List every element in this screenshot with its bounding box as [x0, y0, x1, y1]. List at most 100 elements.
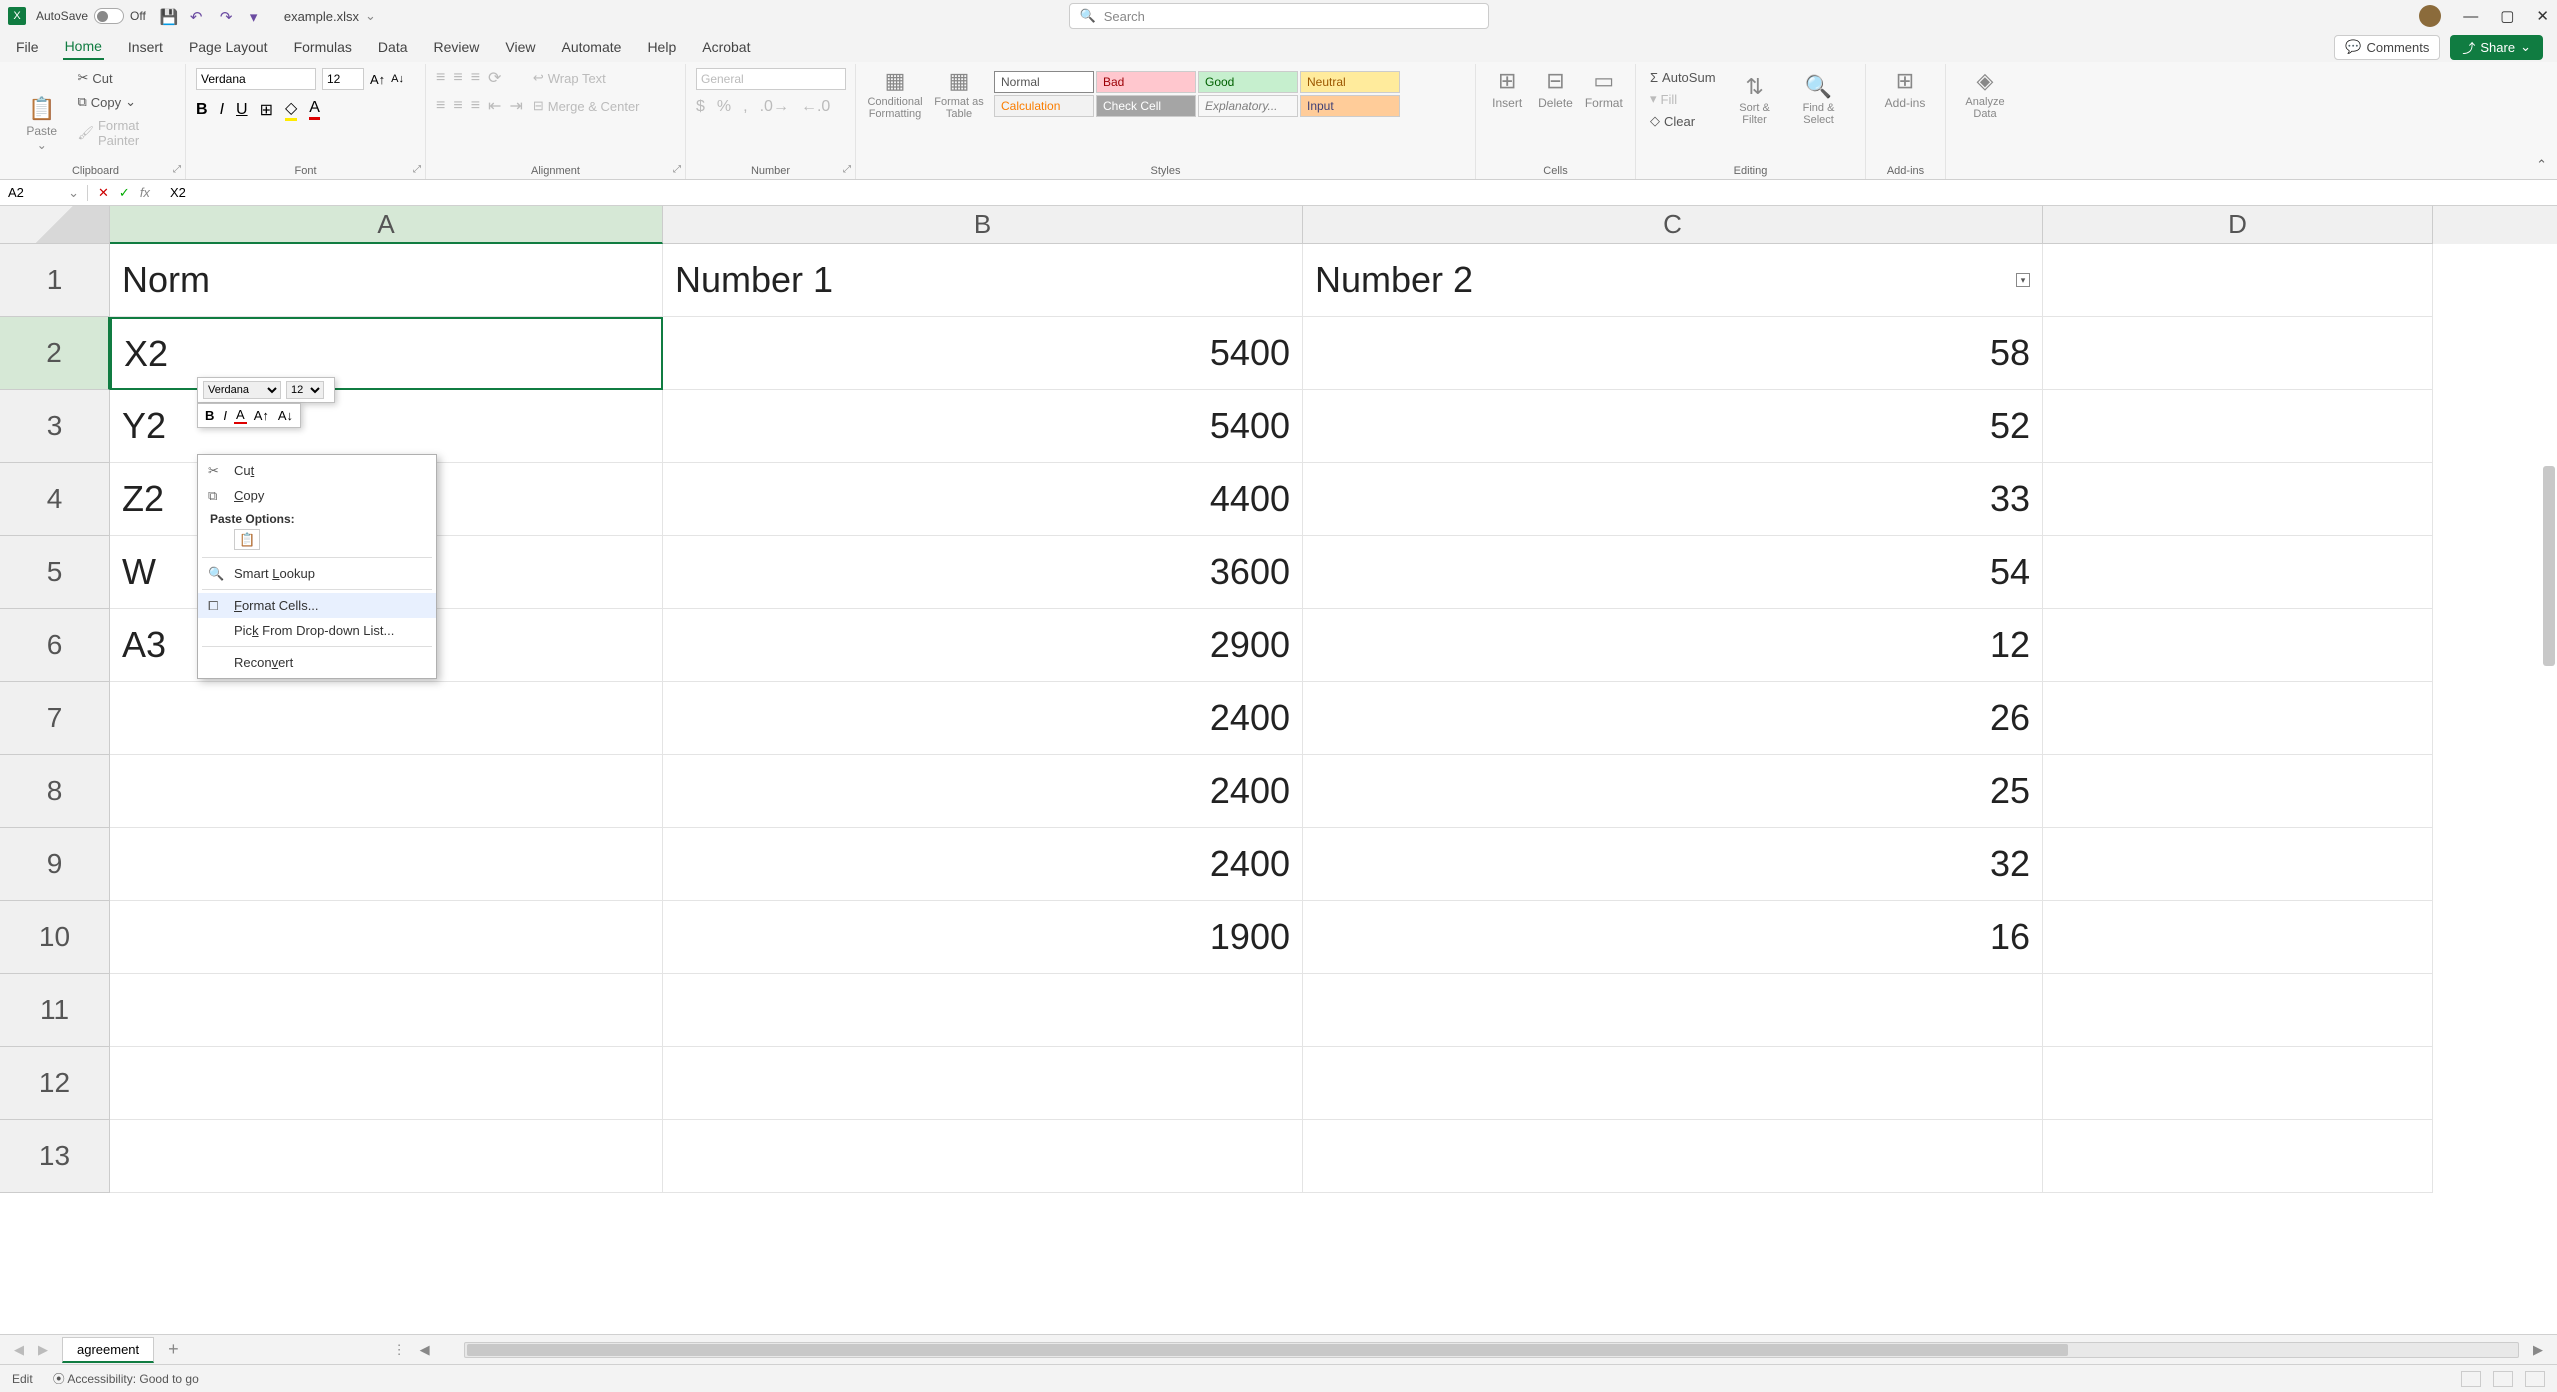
normal-view-icon[interactable]	[2461, 1371, 2481, 1387]
format-cells-button[interactable]: ▭Format	[1583, 68, 1625, 110]
cell-B12[interactable]	[663, 1047, 1303, 1120]
page-layout-view-icon[interactable]	[2493, 1371, 2513, 1387]
tab-view[interactable]: View	[503, 35, 537, 59]
row-header[interactable]: 8	[0, 755, 110, 828]
style-calc[interactable]: Calculation	[994, 95, 1094, 117]
search-input[interactable]: 🔍 Search	[1069, 3, 1489, 29]
column-header-C[interactable]: C	[1303, 206, 2043, 244]
mini-italic-button[interactable]: I	[221, 408, 229, 423]
currency-icon[interactable]: $	[696, 98, 705, 116]
cm-cut[interactable]: ✂Cut	[198, 458, 436, 483]
select-all-corner[interactable]	[0, 206, 110, 244]
cell-D11[interactable]	[2043, 974, 2433, 1047]
cell-A3[interactable]: Y2	[110, 390, 663, 463]
cell-B6[interactable]: 2900	[663, 609, 1303, 682]
merge-button[interactable]: ⊟Merge & Center	[529, 96, 644, 116]
align-center-icon[interactable]: ≡	[453, 97, 462, 115]
comma-icon[interactable]: ,	[743, 98, 747, 116]
align-right-icon[interactable]: ≡	[471, 97, 480, 115]
row-header[interactable]: 7	[0, 682, 110, 755]
cell-B2[interactable]: 5400	[663, 317, 1303, 390]
mini-bold-button[interactable]: B	[203, 408, 216, 423]
format-painter-button[interactable]: 🖌Format Painter	[73, 116, 175, 150]
row-header[interactable]: 4	[0, 463, 110, 536]
cell-C10[interactable]: 16	[1303, 901, 2043, 974]
row-header[interactable]: 2	[0, 317, 110, 390]
maximize-icon[interactable]: ▢	[2500, 7, 2514, 25]
toggle-icon[interactable]	[94, 8, 124, 24]
column-header-D[interactable]: D	[2043, 206, 2433, 244]
style-normal[interactable]: Normal	[994, 71, 1094, 93]
tab-formulas[interactable]: Formulas	[292, 35, 354, 59]
row-header[interactable]: 1	[0, 244, 110, 317]
font-color-button[interactable]: A	[309, 99, 320, 120]
align-middle-icon[interactable]: ≡	[453, 69, 462, 87]
cell-C6[interactable]: 12	[1303, 609, 2043, 682]
vertical-scrollbar[interactable]	[2543, 466, 2555, 666]
fill-color-button[interactable]: ◇	[285, 98, 297, 121]
cell-A13[interactable]	[110, 1120, 663, 1193]
cell-C8[interactable]: 25	[1303, 755, 2043, 828]
percent-icon[interactable]: %	[717, 98, 731, 116]
tab-acrobat[interactable]: Acrobat	[700, 35, 752, 59]
cell-D8[interactable]	[2043, 755, 2433, 828]
cm-paste-option[interactable]: 📋	[198, 528, 436, 554]
cell-C1[interactable]: Number 2▾	[1303, 244, 2043, 317]
fill-button[interactable]: ▾Fill	[1646, 89, 1720, 109]
prev-sheet-icon[interactable]: ◀	[14, 1342, 24, 1358]
cell-C13[interactable]	[1303, 1120, 2043, 1193]
cell-D13[interactable]	[2043, 1120, 2433, 1193]
cell-D12[interactable]	[2043, 1047, 2433, 1120]
cell-C5[interactable]: 54	[1303, 536, 2043, 609]
cell-C11[interactable]	[1303, 974, 2043, 1047]
cm-format-cells[interactable]: ⧠Format Cells...	[198, 593, 436, 618]
indent-inc-icon[interactable]: ⇥	[509, 96, 522, 116]
dec-decimal-icon[interactable]: ←.0	[801, 98, 830, 116]
row-header[interactable]: 3	[0, 390, 110, 463]
cell-B8[interactable]: 2400	[663, 755, 1303, 828]
undo-icon[interactable]: ↶	[190, 8, 206, 24]
cell-D3[interactable]	[2043, 390, 2433, 463]
style-good[interactable]: Good	[1198, 71, 1298, 93]
cell-B5[interactable]: 3600	[663, 536, 1303, 609]
fx-icon[interactable]: fx	[140, 185, 150, 200]
clear-button[interactable]: ◇Clear	[1646, 111, 1720, 131]
row-header[interactable]: 12	[0, 1047, 110, 1120]
analyze-data-button[interactable]: ◈Analyze Data	[1956, 68, 2014, 120]
redo-icon[interactable]: ↷	[220, 8, 236, 24]
close-icon[interactable]: ✕	[2536, 7, 2549, 25]
cell-B4[interactable]: 4400	[663, 463, 1303, 536]
copy-button[interactable]: ⧉Copy⌄	[73, 92, 175, 112]
insert-cells-button[interactable]: ⊞Insert	[1486, 68, 1528, 110]
border-button[interactable]: ⊞	[260, 100, 273, 120]
mini-size-select[interactable]: 12	[286, 381, 324, 399]
scroll-left-icon[interactable]: ◀	[420, 1342, 430, 1358]
cell-D9[interactable]	[2043, 828, 2433, 901]
cell-B11[interactable]	[663, 974, 1303, 1047]
addins-button[interactable]: ⊞Add-ins	[1876, 68, 1934, 110]
cell-B7[interactable]: 2400	[663, 682, 1303, 755]
cell-C12[interactable]	[1303, 1047, 2043, 1120]
tab-automate[interactable]: Automate	[560, 35, 624, 59]
cell-D4[interactable]	[2043, 463, 2433, 536]
cell-A11[interactable]	[110, 974, 663, 1047]
share-button[interactable]: ⤴ Share ⌄	[2450, 35, 2543, 60]
delete-cells-button[interactable]: ⊟Delete	[1534, 68, 1576, 110]
dialog-launcher-icon[interactable]: ⤢	[843, 164, 851, 175]
inc-decimal-icon[interactable]: .0→	[760, 98, 789, 116]
style-explan[interactable]: Explanatory...	[1198, 95, 1298, 117]
cell-A12[interactable]	[110, 1047, 663, 1120]
orientation-icon[interactable]: ⟳	[488, 68, 501, 88]
autosave-toggle[interactable]: AutoSave Off	[36, 8, 146, 24]
cell-A7[interactable]	[110, 682, 663, 755]
cell-C2[interactable]: 58	[1303, 317, 2043, 390]
cell-C3[interactable]: 52	[1303, 390, 2043, 463]
add-sheet-icon[interactable]: +	[168, 1339, 179, 1360]
mini-font-color-button[interactable]: A	[234, 407, 247, 424]
scroll-right-icon[interactable]: ▶	[2533, 1342, 2543, 1358]
tab-home[interactable]: Home	[63, 34, 104, 60]
cell-A8[interactable]	[110, 755, 663, 828]
wrap-text-button[interactable]: ↩Wrap Text	[529, 68, 644, 88]
style-check[interactable]: Check Cell	[1096, 95, 1196, 117]
next-sheet-icon[interactable]: ▶	[38, 1342, 48, 1358]
